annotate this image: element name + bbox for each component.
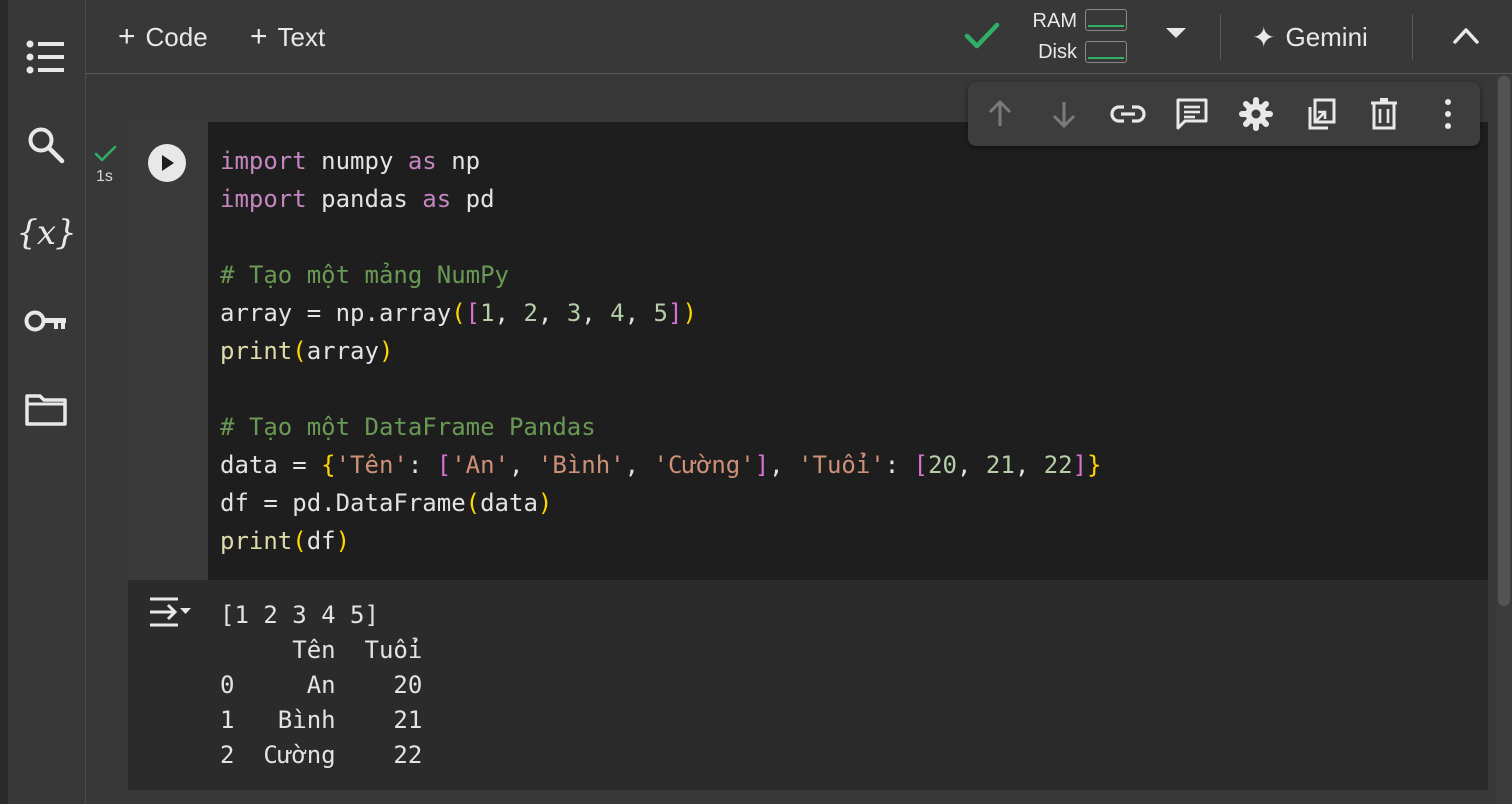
code-line: # Tạo một DataFrame Pandas bbox=[220, 413, 596, 441]
code-editor[interactable]: import numpy as np import pandas as pd #… bbox=[220, 142, 1102, 560]
delete-cell-button[interactable] bbox=[1364, 94, 1404, 134]
comment-icon bbox=[1176, 98, 1208, 130]
cell-toolbar bbox=[968, 82, 1480, 146]
more-actions-button[interactable] bbox=[1428, 94, 1468, 134]
list-icon bbox=[26, 40, 64, 74]
copy-link-button[interactable] bbox=[1108, 94, 1148, 134]
gemini-button[interactable]: ✦ Gemini bbox=[1252, 18, 1368, 56]
connected-check-icon bbox=[964, 22, 1000, 49]
output-line: Tên Tuổi bbox=[220, 636, 423, 664]
add-text-button[interactable]: + Text bbox=[250, 18, 325, 56]
output-line: 0 An 20 bbox=[220, 671, 423, 699]
run-cell-button[interactable] bbox=[148, 144, 186, 182]
files-button[interactable] bbox=[18, 381, 74, 437]
variables-icon: {x} bbox=[16, 213, 76, 253]
play-icon bbox=[162, 155, 174, 171]
add-text-label: Text bbox=[277, 21, 326, 52]
disk-label: Disk bbox=[1038, 41, 1077, 63]
resource-labels[interactable]: RAM Disk bbox=[1029, 6, 1077, 68]
output-text: [1 2 3 4 5] Tên Tuổi 0 An 20 1 Bình 21 2… bbox=[220, 598, 422, 773]
trash-icon bbox=[1371, 98, 1397, 130]
mirror-cell-icon bbox=[1308, 98, 1336, 130]
execution-time: 1s bbox=[96, 168, 113, 185]
gear-icon bbox=[1239, 97, 1273, 131]
gemini-label: Gemini bbox=[1285, 21, 1368, 52]
table-of-contents-button[interactable] bbox=[18, 29, 74, 85]
add-code-button[interactable]: + Code bbox=[118, 18, 208, 56]
ram-label: RAM bbox=[1032, 10, 1077, 32]
cell-settings-button[interactable] bbox=[1236, 94, 1276, 134]
code-line: data = {'Tên': ['An', 'Bình', 'Cường'], … bbox=[220, 451, 1102, 479]
code-line: df = pd.DataFrame(data) bbox=[220, 489, 553, 517]
more-vert-icon bbox=[1445, 99, 1451, 129]
output-line: 1 Bình 21 bbox=[220, 706, 423, 734]
disk-usage-bar[interactable] bbox=[1085, 41, 1127, 63]
output-line: 2 Cường 22 bbox=[220, 741, 423, 769]
arrow-up-icon bbox=[988, 99, 1012, 126]
scrollbar-thumb[interactable] bbox=[1498, 76, 1510, 606]
link-icon bbox=[1110, 105, 1146, 123]
plus-icon: + bbox=[118, 20, 136, 53]
key-icon bbox=[24, 310, 66, 332]
folder-icon bbox=[25, 394, 67, 426]
mirror-cell-button[interactable] bbox=[1300, 94, 1340, 134]
search-button[interactable] bbox=[18, 117, 74, 173]
move-cell-up-button[interactable] bbox=[980, 94, 1020, 134]
execution-success-check-icon bbox=[94, 145, 117, 162]
window-edge bbox=[0, 0, 8, 804]
variables-button[interactable]: {x} bbox=[16, 205, 76, 261]
code-line: import numpy as np bbox=[220, 147, 481, 175]
output-line: [1 2 3 4 5] bbox=[220, 601, 379, 629]
toolbar-divider bbox=[1412, 14, 1413, 60]
code-line: print(array) bbox=[220, 337, 394, 365]
code-cell[interactable]: import numpy as np import pandas as pd #… bbox=[128, 122, 1488, 580]
code-line: array = np.array([1, 2, 3, 4, 5]) bbox=[220, 299, 697, 327]
sidebar: {x} bbox=[8, 0, 86, 804]
sparkle-icon: ✦ bbox=[1252, 21, 1276, 53]
arrow-down-icon bbox=[1052, 102, 1076, 129]
add-comment-button[interactable] bbox=[1172, 94, 1212, 134]
code-line: print(df) bbox=[220, 527, 351, 555]
move-cell-down-button[interactable] bbox=[1044, 94, 1084, 134]
output-toggle-icon bbox=[150, 597, 191, 627]
secrets-button[interactable] bbox=[18, 293, 74, 349]
cell-output: [1 2 3 4 5] Tên Tuổi 0 An 20 1 Bình 21 2… bbox=[128, 580, 1488, 790]
output-actions-button[interactable] bbox=[148, 594, 192, 637]
cell-gutter bbox=[128, 122, 208, 580]
collapse-chevron-up-icon[interactable] bbox=[1451, 22, 1481, 50]
ram-usage-bar[interactable] bbox=[1085, 9, 1127, 31]
search-icon bbox=[28, 127, 65, 164]
code-line: import pandas as pd bbox=[220, 185, 495, 213]
chevron-down-icon[interactable] bbox=[1164, 26, 1188, 40]
plus-icon: + bbox=[250, 20, 268, 53]
add-code-label: Code bbox=[145, 21, 208, 52]
toolbar-divider bbox=[1220, 14, 1221, 60]
notebook-toolbar: + Code + Text RAM Disk ✦ Gemini bbox=[86, 0, 1512, 74]
code-line: # Tạo một mảng NumPy bbox=[220, 261, 509, 289]
